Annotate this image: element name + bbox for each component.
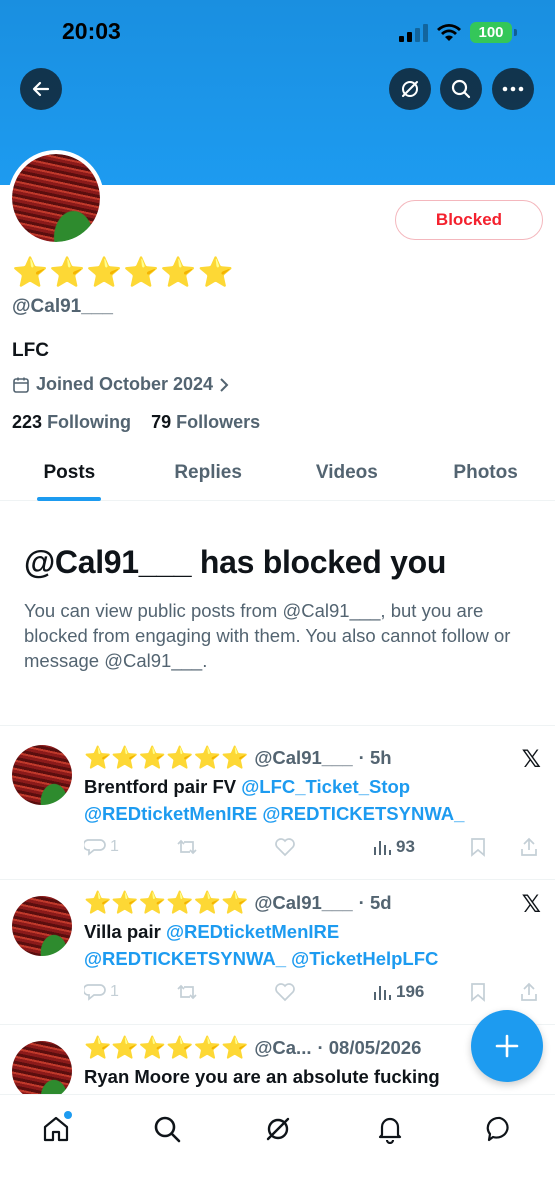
x-logo-icon: 𝕏 [521, 746, 541, 773]
post-handle: @Ca... [254, 1037, 312, 1058]
views-button[interactable]: 93 [372, 837, 415, 857]
like-button[interactable] [274, 837, 296, 857]
bell-icon [378, 1117, 402, 1144]
grok-icon [266, 1117, 290, 1141]
post-actions: 1 196 [84, 982, 544, 1006]
notification-dot [64, 1111, 72, 1119]
nav-grok[interactable] [258, 1109, 298, 1149]
mention-link[interactable]: @REDticketMenIRE [166, 921, 339, 942]
heart-icon [275, 983, 295, 1002]
joined-date[interactable]: Joined October 2024 [12, 374, 229, 395]
x-logo-icon: 𝕏 [521, 891, 541, 918]
post-time: · 5h [358, 747, 392, 768]
chevron-right-icon [220, 377, 229, 392]
post-handle: @Cal91___ [254, 747, 353, 768]
post-text: Brentford pair FV @LFC_Ticket_Stop @REDt… [84, 776, 465, 824]
blocked-notice-description: You can view public posts from @Cal91___… [24, 600, 511, 671]
messages-icon [486, 1116, 509, 1142]
share-icon [521, 982, 537, 1001]
nav-search[interactable] [147, 1109, 187, 1149]
tab-posts[interactable]: Posts [0, 446, 139, 500]
reply-icon [84, 984, 106, 1001]
divider [0, 725, 555, 726]
grok-button[interactable] [389, 68, 431, 110]
share-button[interactable] [519, 837, 539, 857]
followers-link[interactable]: 79 Followers [151, 412, 260, 432]
divider [0, 879, 555, 880]
bookmark-icon [471, 983, 485, 1002]
post-author-name: ⭐⭐⭐⭐⭐⭐ [84, 1035, 249, 1060]
post-avatar[interactable] [12, 896, 72, 956]
views-icon [374, 986, 391, 1000]
share-button[interactable] [519, 982, 539, 1002]
post-text: Villa pair @REDticketMenIRE @REDTICKETSY… [84, 921, 439, 969]
post-meta: ⭐⭐⭐⭐⭐⭐ @Ca... · 08/05/2026 [84, 1035, 421, 1061]
like-button[interactable] [274, 982, 296, 1002]
more-button[interactable] [492, 68, 534, 110]
profile-handle: @Cal91___ [12, 296, 113, 317]
post-meta: ⭐⭐⭐⭐⭐⭐ @Cal91___ · 5h [84, 745, 392, 771]
compose-button[interactable] [471, 1010, 543, 1082]
battery-icon: 100 [470, 22, 517, 43]
tab-photos[interactable]: Photos [416, 446, 555, 500]
post-meta: ⭐⭐⭐⭐⭐⭐ @Cal91___ · 5d [84, 890, 392, 916]
post-avatar[interactable] [12, 1041, 72, 1101]
views-button[interactable]: 196 [372, 982, 424, 1002]
display-name: ⭐⭐⭐⭐⭐⭐ [12, 257, 235, 289]
reply-button[interactable]: 1 [84, 982, 119, 1002]
profile-bio: LFC [12, 340, 49, 361]
signal-icon [399, 24, 428, 42]
grok-icon [402, 81, 418, 97]
nav-notifications[interactable] [370, 1109, 410, 1149]
repost-button[interactable] [176, 837, 198, 857]
post-time: · 5d [358, 892, 392, 913]
post-handle: @Cal91___ [254, 892, 353, 913]
views-icon [374, 841, 391, 855]
more-horizontal-icon [502, 86, 524, 92]
nav-home[interactable] [36, 1109, 76, 1149]
repost-icon [177, 984, 197, 1000]
profile-tabs: Posts Replies Videos Photos [0, 446, 555, 501]
post-time: · 08/05/2026 [317, 1037, 422, 1058]
post-text: Ryan Moore you are an absolute fucking [84, 1066, 440, 1087]
plus-icon [495, 1034, 519, 1058]
search-button[interactable] [440, 68, 482, 110]
repost-icon [177, 839, 197, 855]
nav-messages[interactable] [480, 1109, 520, 1149]
avatar-image [12, 154, 100, 242]
bookmark-button[interactable] [469, 982, 487, 1002]
bookmark-button[interactable] [469, 837, 487, 857]
mention-link[interactable]: @LFC_Ticket_Stop [241, 776, 410, 797]
joined-label: Joined October 2024 [36, 374, 214, 394]
mention-link[interactable]: @REDticketMenIRE @REDTICKETSYNWA_ [84, 803, 464, 824]
post-author-name: ⭐⭐⭐⭐⭐⭐ [84, 745, 249, 770]
status-time: 20:03 [62, 18, 121, 44]
bookmark-icon [471, 838, 485, 857]
post-avatar[interactable] [12, 745, 72, 805]
bottom-navigation [0, 1094, 555, 1200]
mention-link[interactable]: @REDTICKETSYNWA_ @TicketHelpLFC [84, 948, 438, 969]
back-button[interactable] [20, 68, 62, 110]
share-icon [521, 837, 537, 856]
calendar-icon [13, 377, 29, 393]
blocked-notice-title: @Cal91___ has blocked you [24, 544, 447, 580]
repost-button[interactable] [176, 982, 198, 1002]
arrow-left-icon [32, 81, 50, 97]
divider [0, 1024, 555, 1025]
wifi-icon [437, 24, 461, 41]
profile-avatar[interactable] [8, 150, 104, 246]
follow-stats: 223 Following 79 Followers [12, 412, 260, 433]
blocked-button[interactable]: Blocked [395, 200, 543, 240]
following-link[interactable]: 223 Following [12, 412, 131, 432]
search-icon [451, 79, 471, 99]
tab-replies[interactable]: Replies [139, 446, 278, 500]
post-author-name: ⭐⭐⭐⭐⭐⭐ [84, 890, 249, 915]
reply-icon [84, 839, 106, 856]
post-actions: 1 93 [84, 837, 544, 861]
reply-button[interactable]: 1 [84, 837, 119, 857]
search-icon [154, 1116, 181, 1143]
tab-videos[interactable]: Videos [278, 446, 417, 500]
heart-icon [275, 838, 295, 857]
